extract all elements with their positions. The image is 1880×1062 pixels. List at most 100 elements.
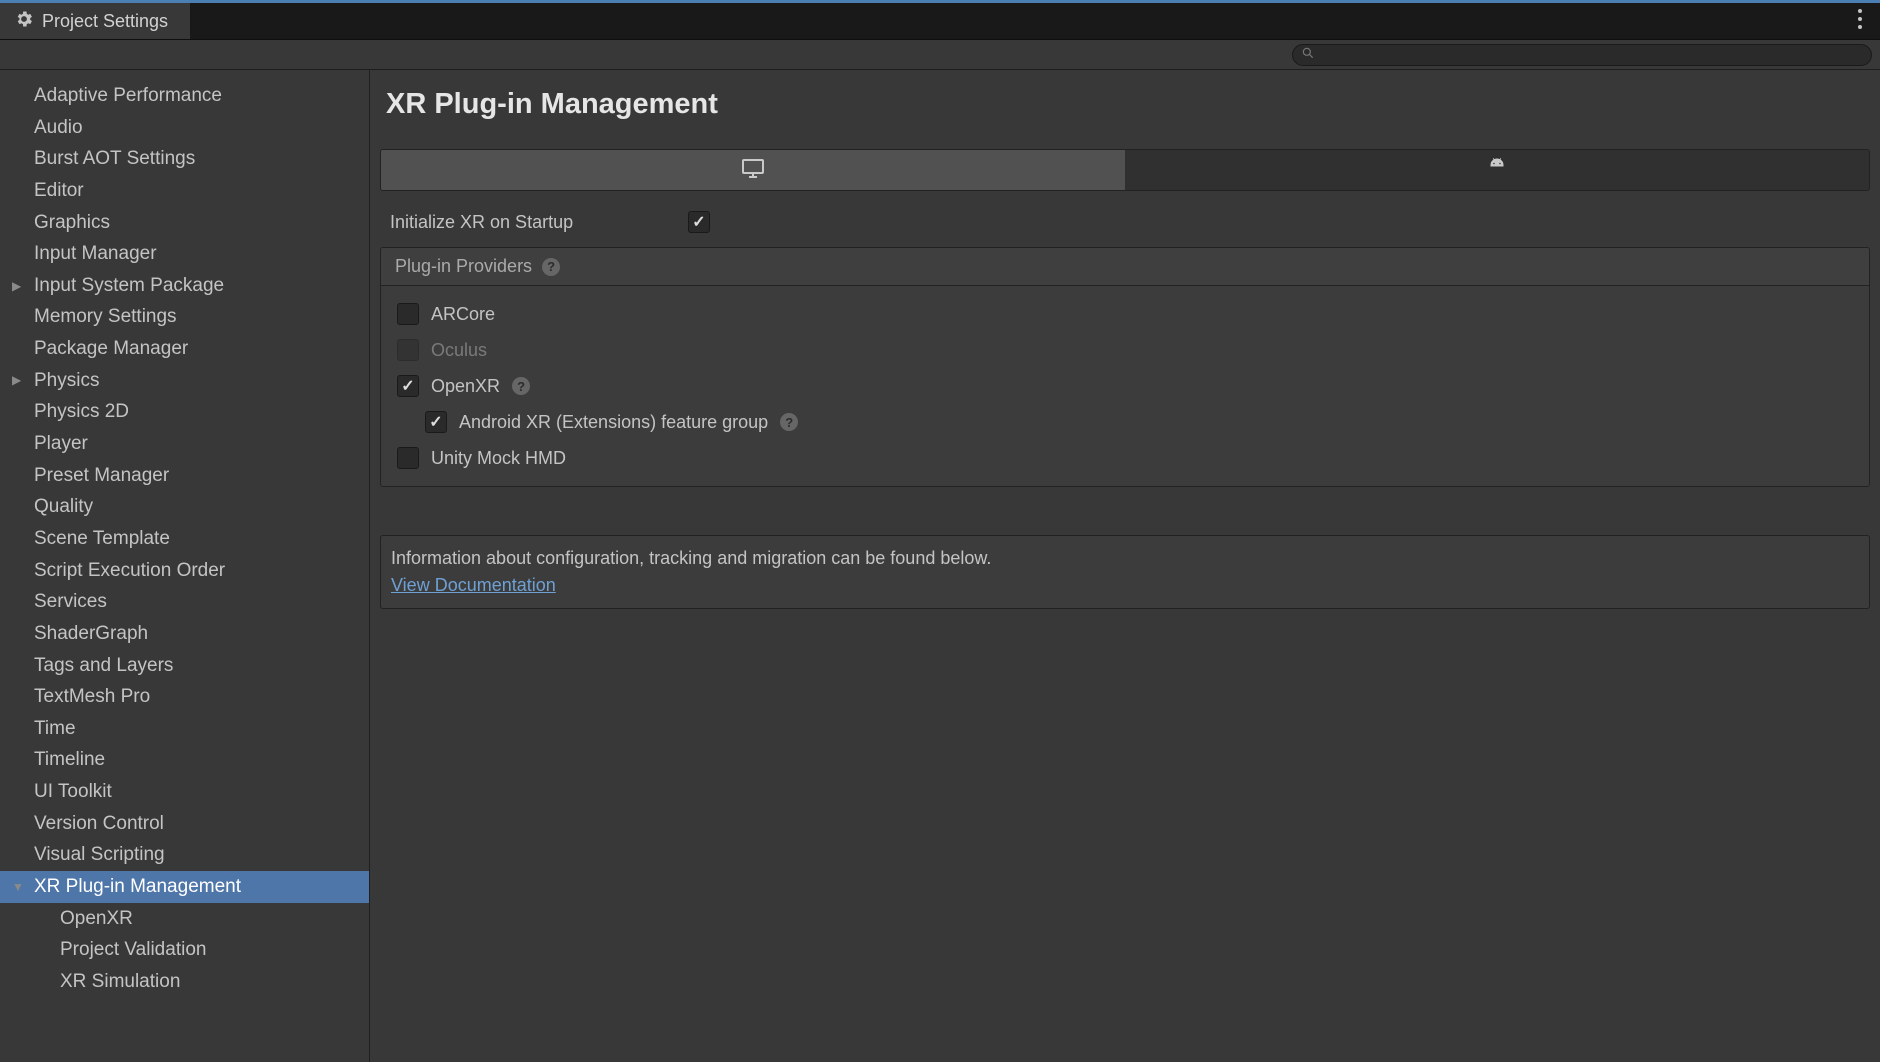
sidebar-item[interactable]: Player xyxy=(0,428,369,460)
sidebar-item[interactable]: Timeline xyxy=(0,744,369,776)
sidebar-item[interactable]: TextMesh Pro xyxy=(0,681,369,713)
provider-label: ARCore xyxy=(431,304,495,325)
sidebar-item-label: Project Validation xyxy=(60,937,206,963)
documentation-info: Information about configuration, trackin… xyxy=(380,535,1870,609)
android-icon xyxy=(1485,156,1509,185)
sidebar-item-label: Graphics xyxy=(34,210,110,236)
providers-list: ARCoreOculusOpenXR?Android XR (Extension… xyxy=(381,286,1869,486)
sidebar-item-label: Script Execution Order xyxy=(34,558,225,584)
sidebar-item[interactable]: OpenXR xyxy=(0,903,369,935)
provider-row: OpenXR? xyxy=(395,368,1855,404)
sidebar-item[interactable]: Visual Scripting xyxy=(0,839,369,871)
sidebar-item[interactable]: Version Control xyxy=(0,808,369,840)
provider-label: Unity Mock HMD xyxy=(431,448,566,469)
content-panel: XR Plug-in Management Initialize XR on S… xyxy=(370,70,1880,1062)
sidebar-item[interactable]: ▼ XR Plug-in Management xyxy=(0,871,369,903)
window-tab[interactable]: Project Settings xyxy=(0,3,190,39)
init-xr-label: Initialize XR on Startup xyxy=(390,212,680,233)
sidebar-item[interactable]: ▶Input System Package xyxy=(0,270,369,302)
page-heading: XR Plug-in Management xyxy=(386,88,1870,121)
sidebar-item-label: Audio xyxy=(34,115,83,141)
init-xr-checkbox[interactable] xyxy=(688,211,710,233)
platform-tab-android[interactable] xyxy=(1125,150,1869,190)
init-xr-row: Initialize XR on Startup xyxy=(380,207,1870,247)
platform-tabs xyxy=(380,149,1870,191)
sidebar-item[interactable]: Script Execution Order xyxy=(0,555,369,587)
sidebar-item[interactable]: Services xyxy=(0,586,369,618)
sidebar-item[interactable]: Preset Manager xyxy=(0,460,369,492)
sidebar-item-label: Services xyxy=(34,589,107,615)
sidebar-item-label: Physics xyxy=(34,368,99,394)
provider-row: ARCore xyxy=(395,296,1855,332)
sidebar-item-label: Quality xyxy=(34,494,93,520)
provider-row: Android XR (Extensions) feature group? xyxy=(395,404,1855,440)
platform-tab-standalone[interactable] xyxy=(381,150,1125,190)
sidebar-item-label: OpenXR xyxy=(60,906,133,932)
sidebar-item[interactable]: Graphics xyxy=(0,207,369,239)
providers-help-icon[interactable]: ? xyxy=(542,258,560,276)
gear-icon xyxy=(14,9,34,34)
info-text: Information about configuration, trackin… xyxy=(391,548,1859,569)
providers-panel: Plug-in Providers ? ARCoreOculusOpenXR?A… xyxy=(380,247,1870,487)
sidebar-item-label: Package Manager xyxy=(34,336,188,362)
providers-header: Plug-in Providers ? xyxy=(381,248,1869,286)
caret-icon: ▶ xyxy=(12,372,26,388)
help-icon[interactable]: ? xyxy=(780,413,798,431)
sidebar-item[interactable]: Editor xyxy=(0,175,369,207)
provider-label: Android XR (Extensions) feature group xyxy=(459,412,768,433)
search-input[interactable] xyxy=(1315,47,1863,63)
provider-row: Oculus xyxy=(395,332,1855,368)
sidebar-item-label: Physics 2D xyxy=(34,399,129,425)
settings-sidebar[interactable]: Adaptive Performance Audio Burst AOT Setti… xyxy=(0,70,370,1062)
sidebar-item-label: Visual Scripting xyxy=(34,842,165,868)
sidebar-item-label: Tags and Layers xyxy=(34,653,173,679)
sidebar-item-label: Preset Manager xyxy=(34,463,169,489)
sidebar-item-label: Input System Package xyxy=(34,273,224,299)
providers-label: Plug-in Providers xyxy=(395,256,532,277)
monitor-icon xyxy=(741,156,765,185)
sidebar-item[interactable]: Package Manager xyxy=(0,333,369,365)
sidebar-item[interactable]: Adaptive Performance xyxy=(0,80,369,112)
sidebar-item[interactable]: Audio xyxy=(0,112,369,144)
provider-label: Oculus xyxy=(431,340,487,361)
search-icon xyxy=(1301,44,1315,65)
window-title: Project Settings xyxy=(42,11,168,32)
provider-checkbox[interactable] xyxy=(425,411,447,433)
provider-checkbox[interactable] xyxy=(397,375,419,397)
provider-checkbox[interactable] xyxy=(397,447,419,469)
provider-checkbox xyxy=(397,339,419,361)
sidebar-item[interactable]: Scene Template xyxy=(0,523,369,555)
sidebar-item[interactable]: Burst AOT Settings xyxy=(0,143,369,175)
sidebar-item[interactable]: Time xyxy=(0,713,369,745)
sidebar-item-label: Player xyxy=(34,431,88,457)
sidebar-item[interactable]: ShaderGraph xyxy=(0,618,369,650)
sidebar-item[interactable]: ▶ Physics xyxy=(0,365,369,397)
sidebar-item[interactable]: Input Manager xyxy=(0,238,369,270)
kebab-icon xyxy=(1858,9,1862,34)
sidebar-item[interactable]: XR Simulation xyxy=(0,966,369,998)
sidebar-item[interactable]: Memory Settings xyxy=(0,301,369,333)
sidebar-item-label: Burst AOT Settings xyxy=(34,146,195,172)
caret-icon: ▼ xyxy=(12,879,26,895)
search-row xyxy=(0,40,1880,70)
help-icon[interactable]: ? xyxy=(512,377,530,395)
sidebar-item[interactable]: Tags and Layers xyxy=(0,650,369,682)
sidebar-item-label: Timeline xyxy=(34,747,105,773)
sidebar-item-label: Adaptive Performance xyxy=(34,83,222,109)
sidebar-item-label: XR Plug-in Management xyxy=(34,874,241,900)
provider-checkbox[interactable] xyxy=(397,303,419,325)
sidebar-item-label: UI Toolkit xyxy=(34,779,112,805)
view-documentation-link[interactable]: View Documentation xyxy=(391,575,556,595)
sidebar-item-label: TextMesh Pro xyxy=(34,684,150,710)
search-box[interactable] xyxy=(1292,44,1872,66)
sidebar-item-label: Input Manager xyxy=(34,241,157,267)
sidebar-item-label: Time xyxy=(34,716,76,742)
sidebar-item[interactable]: Quality xyxy=(0,491,369,523)
title-bar-fill xyxy=(190,3,1840,39)
sidebar-item[interactable]: Physics 2D xyxy=(0,396,369,428)
sidebar-item[interactable]: Project Validation xyxy=(0,934,369,966)
sidebar-item-label: Editor xyxy=(34,178,84,204)
sidebar-item[interactable]: UI Toolkit xyxy=(0,776,369,808)
window-menu-button[interactable] xyxy=(1840,3,1880,39)
sidebar-item-label: ShaderGraph xyxy=(34,621,148,647)
